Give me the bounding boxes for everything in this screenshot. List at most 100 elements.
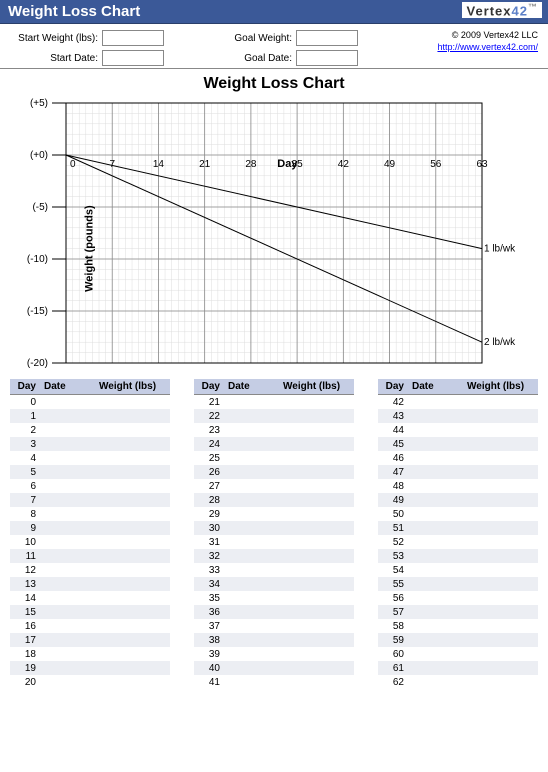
table-row[interactable]: 41 (194, 675, 354, 689)
table-row[interactable]: 49 (378, 493, 538, 507)
table-row[interactable]: 48 (378, 479, 538, 493)
table-row[interactable]: 44 (378, 423, 538, 437)
cell-day: 52 (378, 535, 408, 550)
table-row[interactable]: 8 (10, 507, 170, 521)
table-row[interactable]: 35 (194, 591, 354, 605)
table-row[interactable]: 38 (194, 633, 354, 647)
table-row[interactable]: 10 (10, 535, 170, 549)
table-row[interactable]: 46 (378, 451, 538, 465)
table-row[interactable]: 9 (10, 521, 170, 535)
table-row[interactable]: 45 (378, 437, 538, 451)
cell-day: 28 (194, 493, 224, 508)
cell-weight (279, 456, 354, 460)
cell-weight (463, 512, 538, 516)
svg-text:(-15): (-15) (27, 306, 48, 317)
table-row[interactable]: 4 (10, 451, 170, 465)
cell-date (408, 582, 463, 586)
table-row[interactable]: 53 (378, 549, 538, 563)
start-weight-input[interactable] (102, 30, 164, 46)
cell-weight (463, 652, 538, 656)
table-row[interactable]: 12 (10, 563, 170, 577)
table-row[interactable]: 6 (10, 479, 170, 493)
goal-weight-input[interactable] (296, 30, 358, 46)
table-row[interactable]: 19 (10, 661, 170, 675)
table-row[interactable]: 3 (10, 437, 170, 451)
table-row[interactable]: 62 (378, 675, 538, 689)
table-row[interactable]: 40 (194, 661, 354, 675)
cell-date (224, 624, 279, 628)
cell-date (40, 652, 95, 656)
table-row[interactable]: 42 (378, 395, 538, 409)
table-row[interactable]: 59 (378, 633, 538, 647)
start-date-input[interactable] (102, 50, 164, 66)
cell-weight (279, 498, 354, 502)
cell-date (224, 610, 279, 614)
table-row[interactable]: 61 (378, 661, 538, 675)
table-row[interactable]: 31 (194, 535, 354, 549)
cell-weight (95, 582, 170, 586)
table-row[interactable]: 51 (378, 521, 538, 535)
table-row[interactable]: 16 (10, 619, 170, 633)
cell-day: 26 (194, 465, 224, 480)
cell-day: 4 (10, 451, 40, 466)
data-tables: DayDateWeight (lbs)012345678910111213141… (0, 379, 548, 699)
table-row[interactable]: 43 (378, 409, 538, 423)
table-row[interactable]: 24 (194, 437, 354, 451)
table-row[interactable]: 58 (378, 619, 538, 633)
table-row[interactable]: 17 (10, 633, 170, 647)
cell-date (408, 666, 463, 670)
cell-weight (279, 596, 354, 600)
svg-text:(+0): (+0) (30, 150, 48, 161)
table-row[interactable]: 33 (194, 563, 354, 577)
cell-weight (95, 568, 170, 572)
table-row[interactable]: 52 (378, 535, 538, 549)
table-row[interactable]: 22 (194, 409, 354, 423)
table-row[interactable]: 32 (194, 549, 354, 563)
cell-weight (463, 498, 538, 502)
table-row[interactable]: 47 (378, 465, 538, 479)
table-row[interactable]: 21 (194, 395, 354, 409)
table-row[interactable]: 56 (378, 591, 538, 605)
cell-date (408, 596, 463, 600)
table-row[interactable]: 14 (10, 591, 170, 605)
table-row[interactable]: 25 (194, 451, 354, 465)
cell-date (224, 568, 279, 572)
table-row[interactable]: 29 (194, 507, 354, 521)
table-row[interactable]: 13 (10, 577, 170, 591)
table-row[interactable]: 55 (378, 577, 538, 591)
table-row[interactable]: 11 (10, 549, 170, 563)
table-row[interactable]: 34 (194, 577, 354, 591)
table-row[interactable]: 2 (10, 423, 170, 437)
vertex42-link[interactable]: http://www.vertex42.com/ (437, 42, 538, 52)
table-row[interactable]: 60 (378, 647, 538, 661)
table-row[interactable]: 0 (10, 395, 170, 409)
table-row[interactable]: 7 (10, 493, 170, 507)
table-row[interactable]: 30 (194, 521, 354, 535)
cell-day: 33 (194, 563, 224, 578)
table-row[interactable]: 39 (194, 647, 354, 661)
table-row[interactable]: 57 (378, 605, 538, 619)
table-row[interactable]: 5 (10, 465, 170, 479)
cell-date (408, 414, 463, 418)
goal-date-input[interactable] (296, 50, 358, 66)
table-row[interactable]: 1 (10, 409, 170, 423)
table-row[interactable]: 26 (194, 465, 354, 479)
table-row[interactable]: 23 (194, 423, 354, 437)
table-row[interactable]: 27 (194, 479, 354, 493)
header: Start Weight (lbs): Start Date: Goal Wei… (0, 24, 548, 69)
table-row[interactable]: 37 (194, 619, 354, 633)
col-header-date: Date (224, 379, 279, 394)
cell-day: 53 (378, 549, 408, 564)
cell-weight (279, 540, 354, 544)
table-row[interactable]: 20 (10, 675, 170, 689)
table-row[interactable]: 15 (10, 605, 170, 619)
svg-text:63: 63 (476, 159, 488, 170)
table-row[interactable]: 18 (10, 647, 170, 661)
table-row[interactable]: 50 (378, 507, 538, 521)
cell-day: 48 (378, 479, 408, 494)
table-row[interactable]: 36 (194, 605, 354, 619)
cell-weight (463, 624, 538, 628)
cell-date (408, 680, 463, 684)
table-row[interactable]: 28 (194, 493, 354, 507)
table-row[interactable]: 54 (378, 563, 538, 577)
